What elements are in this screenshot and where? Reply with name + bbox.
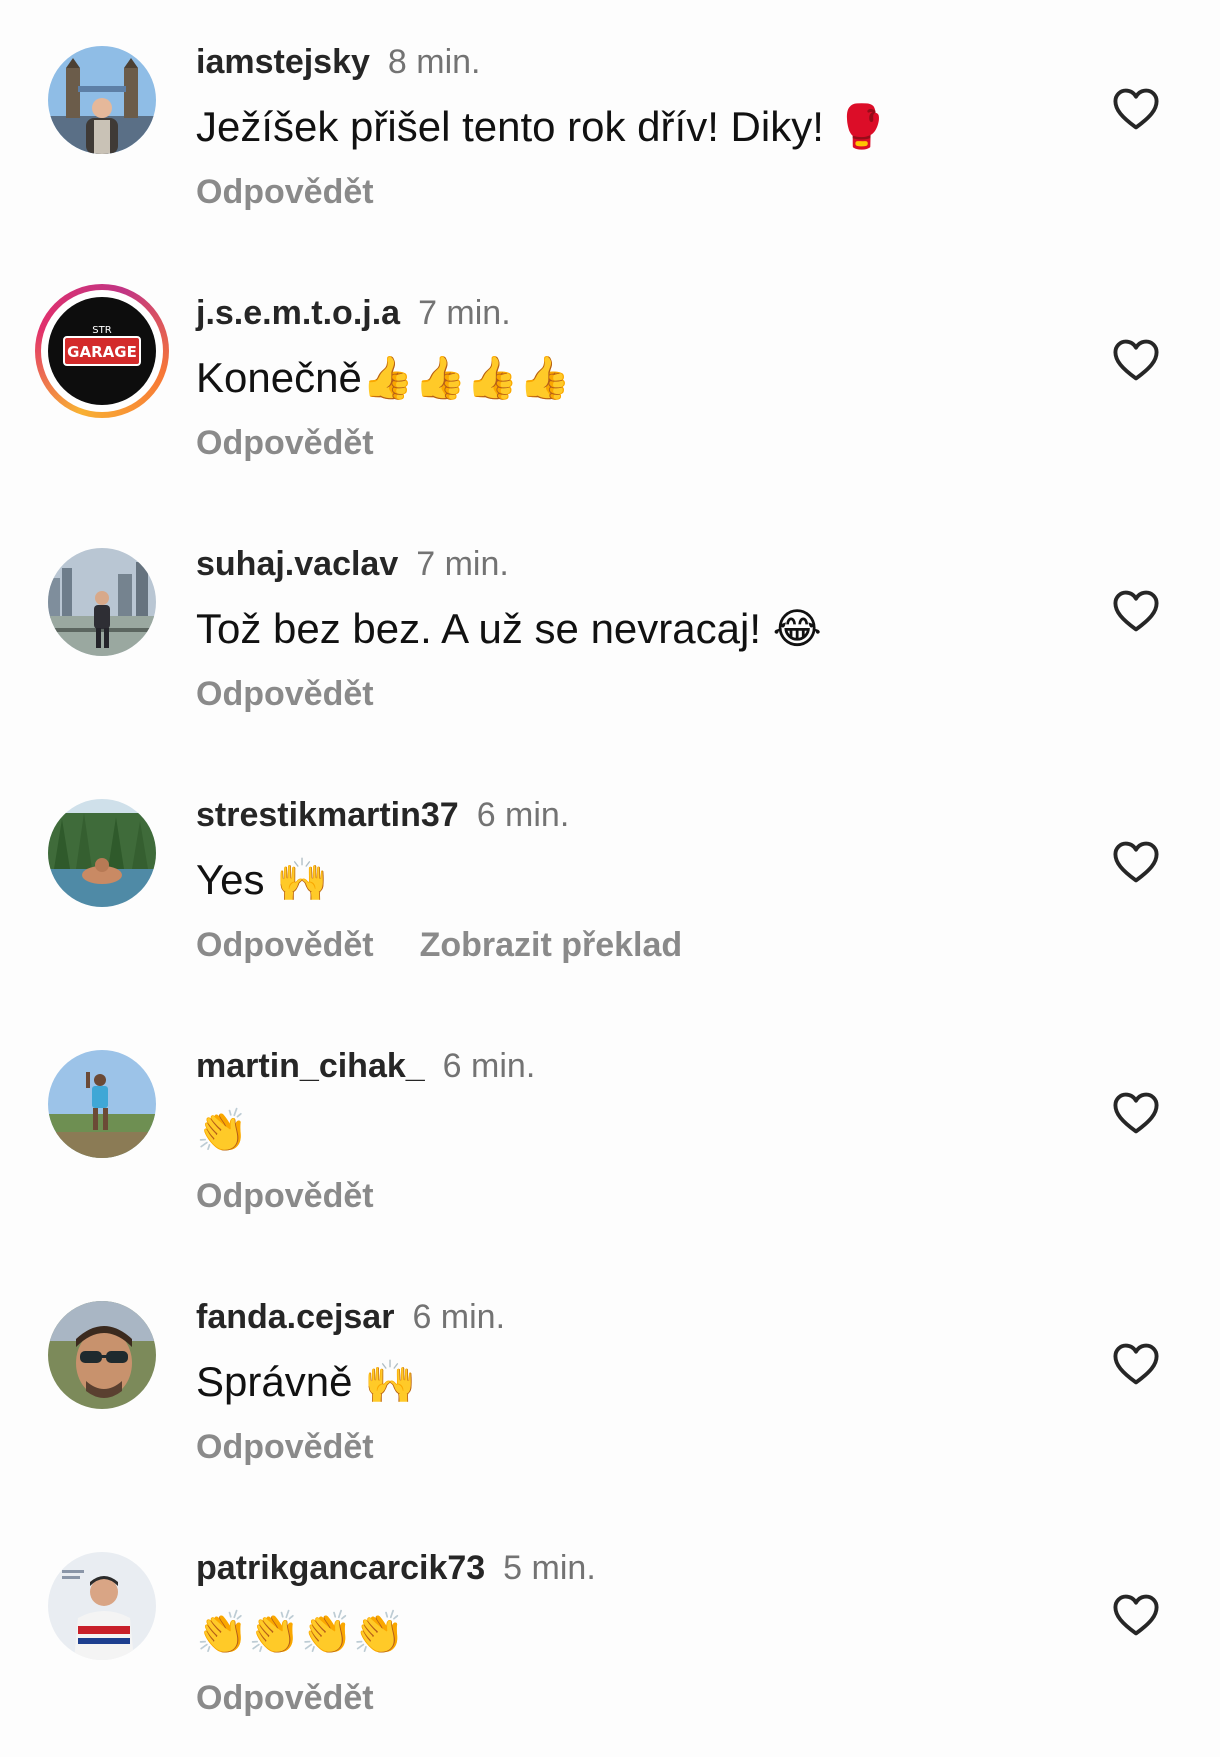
comment-item: iamstejsky 8 min. Ježíšek přišel tento ro… <box>0 0 1220 251</box>
comment-actions: Odpovědět <box>196 672 374 716</box>
comment-header: suhaj.vaclav 7 min. <box>196 542 509 586</box>
heart-icon <box>1113 1594 1159 1636</box>
comment-text: Yes 🙌 <box>196 856 329 903</box>
avatar[interactable] <box>48 799 156 907</box>
comment-item: suhaj.vaclav 7 min. Tož bez bez. A už se … <box>0 502 1220 753</box>
like-button[interactable] <box>1110 1338 1162 1390</box>
like-button[interactable] <box>1110 1087 1162 1139</box>
avatar[interactable] <box>48 1552 156 1660</box>
reply-button[interactable]: Odpovědět <box>196 424 374 462</box>
reply-button[interactable]: Odpovědět <box>196 675 374 713</box>
reply-button[interactable]: Odpovědět <box>196 1177 374 1215</box>
heart-icon <box>1113 841 1159 883</box>
timestamp: 6 min. <box>442 1047 536 1085</box>
reply-button[interactable]: Odpovědět <box>196 1679 374 1717</box>
comment-text: Tož bez bez. A už se nevracaj! 😂 <box>196 605 822 652</box>
timestamp: 7 min. <box>416 545 509 583</box>
svg-text:STR: STR <box>92 325 111 336</box>
avatar[interactable] <box>48 548 156 656</box>
comment-actions: Odpovědět <box>196 1174 374 1218</box>
comment-actions: Odpovědět <box>196 170 374 214</box>
avatar[interactable] <box>48 1050 156 1158</box>
comment-item: fanda.cejsar 6 min. Správně 🙌 Odpovědět <box>0 1255 1220 1506</box>
comment-header: martin_cihak_ 6 min. <box>196 1044 535 1088</box>
comment-text: 👏👏👏👏 <box>196 1609 406 1656</box>
comment-header: j.s.e.m.t.o.j.a 7 min. <box>196 291 511 335</box>
comment-text: 👏 <box>196 1107 249 1154</box>
timestamp: 7 min. <box>418 294 511 332</box>
comment-header: iamstejsky 8 min. <box>196 40 481 84</box>
username[interactable]: j.s.e.m.t.o.j.a <box>196 294 400 332</box>
username[interactable]: strestikmartin37 <box>196 796 459 834</box>
comment-item: patrikgancarcik73 5 min. 👏👏👏👏 Odpovědět <box>0 1506 1220 1757</box>
comment-text: Konečně👍👍👍👍 <box>196 354 571 401</box>
comment-header: fanda.cejsar 6 min. <box>196 1295 505 1339</box>
comment-actions: Odpovědět <box>196 1425 374 1469</box>
heart-icon <box>1113 1092 1159 1134</box>
username[interactable]: iamstejsky <box>196 43 370 81</box>
like-button[interactable] <box>1110 83 1162 135</box>
like-button[interactable] <box>1110 836 1162 888</box>
avatar: GARAGE STR <box>48 297 156 405</box>
heart-icon <box>1113 339 1159 381</box>
like-button[interactable] <box>1110 1589 1162 1641</box>
heart-icon <box>1113 590 1159 632</box>
comment-header: strestikmartin37 6 min. <box>196 793 569 837</box>
heart-icon <box>1113 1343 1159 1385</box>
comment-actions: Odpovědět Zobrazit překlad <box>196 923 682 967</box>
reply-button[interactable]: Odpovědět <box>196 926 374 964</box>
comment-text: Správně 🙌 <box>196 1358 417 1405</box>
username[interactable]: patrikgancarcik73 <box>196 1549 485 1587</box>
timestamp: 6 min. <box>412 1298 506 1336</box>
comment-item: GARAGE STR j.s.e.m.t.o.j.a 7 min. Konečně… <box>0 251 1220 502</box>
username[interactable]: fanda.cejsar <box>196 1298 394 1336</box>
comment-actions: Odpovědět <box>196 421 374 465</box>
comment-item: strestikmartin37 6 min. Yes 🙌 Odpovědět Zo… <box>0 753 1220 1004</box>
reply-button[interactable]: Odpovědět <box>196 173 374 211</box>
avatar-logo-text: GARAGE <box>67 343 137 361</box>
timestamp: 6 min. <box>476 796 570 834</box>
username[interactable]: suhaj.vaclav <box>196 545 398 583</box>
comment-header: patrikgancarcik73 5 min. <box>196 1546 596 1590</box>
comment-item: martin_cihak_ 6 min. 👏 Odpovědět <box>0 1004 1220 1255</box>
reply-button[interactable]: Odpovědět <box>196 1428 374 1466</box>
timestamp: 8 min. <box>387 43 481 81</box>
avatar-story-ring[interactable]: GARAGE STR <box>35 284 169 418</box>
comment-text: Ježíšek přišel tento rok dřív! Diky! 🥊 <box>196 103 888 150</box>
avatar[interactable] <box>48 1301 156 1409</box>
timestamp: 5 min. <box>503 1549 596 1587</box>
like-button[interactable] <box>1110 334 1162 386</box>
like-button[interactable] <box>1110 585 1162 637</box>
show-translation-button[interactable]: Zobrazit překlad <box>420 926 683 964</box>
comment-actions: Odpovědět <box>196 1676 374 1720</box>
avatar[interactable] <box>48 46 156 154</box>
username[interactable]: martin_cihak_ <box>196 1047 425 1085</box>
heart-icon <box>1113 88 1159 130</box>
